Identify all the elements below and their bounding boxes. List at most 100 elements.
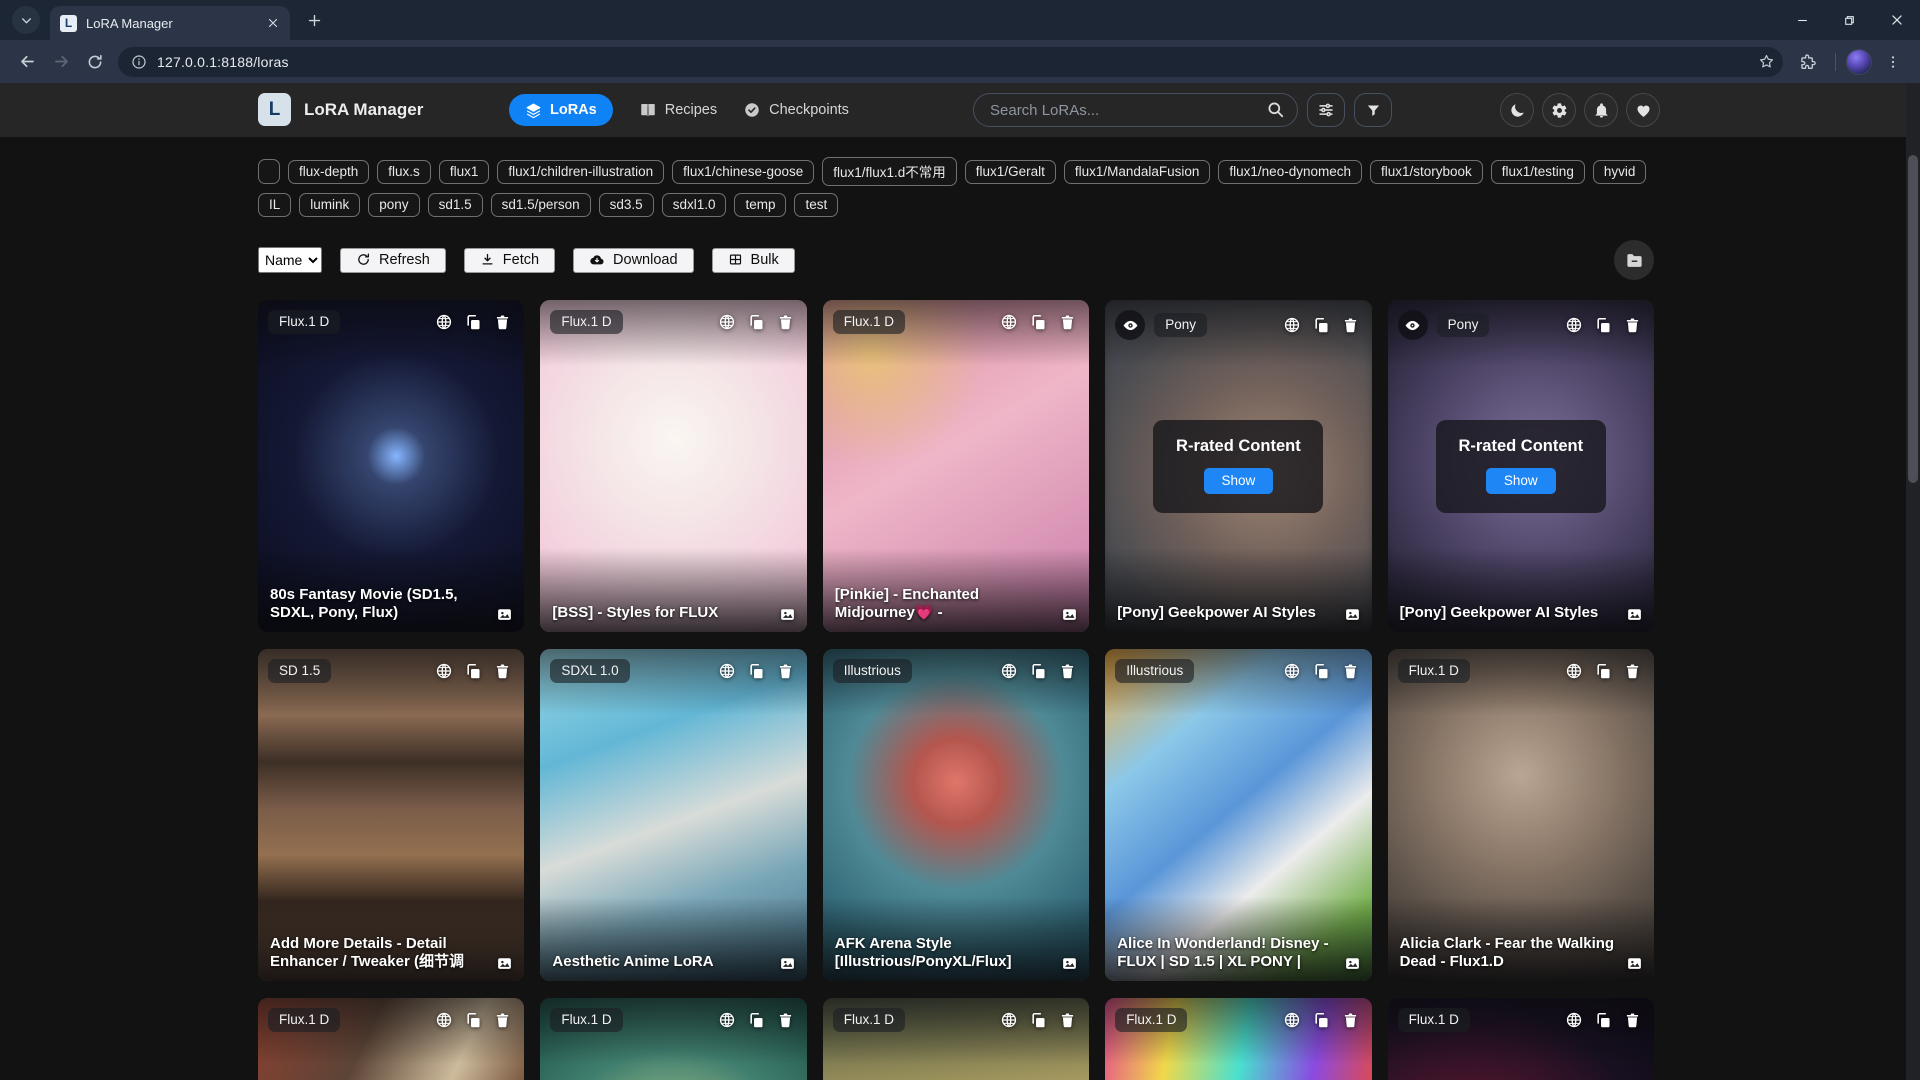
lora-card[interactable]: Pony R-rated Content Show [Pony] Geekpow… [1388,300,1654,632]
lora-card[interactable]: SD 1.5 Add More Details - Detail Enhance… [258,649,524,981]
copy-icon[interactable] [1595,1011,1612,1029]
copy-icon[interactable] [1030,1011,1047,1029]
tag-chip[interactable]: sd1.5/person [491,193,591,217]
delete-icon[interactable] [1624,1011,1641,1029]
tab-checkpoints[interactable]: Checkpoints [743,101,849,119]
filter-sliders-button[interactable] [1307,93,1345,127]
show-nsfw-button[interactable]: Show [1204,468,1274,494]
tag-chip[interactable]: flux1 [439,160,490,184]
notifications-button[interactable] [1584,93,1618,127]
tag-chip[interactable]: flux1/testing [1491,160,1585,184]
refresh-button[interactable]: Refresh [340,248,446,273]
globe-icon[interactable] [435,1011,453,1029]
globe-icon[interactable] [718,662,736,680]
support-button[interactable] [1626,93,1660,127]
tag-chip[interactable]: sd3.5 [599,193,654,217]
tag-chip[interactable]: test [794,193,838,217]
copy-icon[interactable] [1313,662,1330,680]
tag-chip[interactable]: temp [734,193,786,217]
new-tab-button[interactable] [300,6,328,34]
theme-toggle-button[interactable] [1500,93,1534,127]
show-nsfw-button[interactable]: Show [1486,468,1556,494]
image-icon[interactable] [1061,606,1078,623]
folder-view-button[interactable] [1614,240,1654,280]
globe-icon[interactable] [1000,1011,1018,1029]
globe-icon[interactable] [1565,662,1583,680]
tag-chip[interactable]: pony [368,193,419,217]
copy-icon[interactable] [465,313,482,331]
copy-icon[interactable] [1595,662,1612,680]
image-icon[interactable] [1061,955,1078,972]
image-icon[interactable] [1626,606,1643,623]
delete-icon[interactable] [1059,313,1076,331]
extensions-puzzle-icon[interactable] [1791,45,1825,79]
bulk-button[interactable]: Bulk [712,248,795,273]
lora-card[interactable]: SDXL 1.0 Aesthetic Anime LoRA [540,649,806,981]
tag-chip[interactable]: flux1/children-illustration [497,160,664,184]
globe-icon[interactable] [718,1011,736,1029]
tag-chip[interactable]: sd1.5 [428,193,483,217]
globe-icon[interactable] [435,313,453,331]
forward-button[interactable] [44,45,78,79]
lora-card[interactable]: Flux.1 D [BSS] - Styles for FLUX [540,300,806,632]
image-icon[interactable] [779,955,796,972]
copy-icon[interactable] [748,1011,765,1029]
lora-card[interactable]: Illustrious AFK Arena Style [Illustrious… [823,649,1089,981]
copy-icon[interactable] [465,662,482,680]
delete-icon[interactable] [777,662,794,680]
copy-icon[interactable] [748,662,765,680]
settings-button[interactable] [1542,93,1576,127]
image-icon[interactable] [496,606,513,623]
globe-icon[interactable] [718,313,736,331]
window-restore-button[interactable] [1826,0,1873,40]
copy-icon[interactable] [1030,313,1047,331]
image-icon[interactable] [1344,955,1361,972]
tab-recipes[interactable]: Recipes [639,101,717,119]
delete-icon[interactable] [1342,1011,1359,1029]
tag-chip[interactable]: flux1/neo-dynomech [1218,160,1362,184]
tab-search-button[interactable] [12,6,40,34]
tab-close-icon[interactable] [264,14,282,32]
window-minimize-button[interactable] [1779,0,1826,40]
lora-card[interactable]: Flux.1 D [823,998,1089,1080]
lora-card[interactable]: Illustrious Alice In Wonderland! Disney … [1105,649,1371,981]
image-icon[interactable] [1344,606,1361,623]
download-button[interactable]: Download [573,248,694,273]
browser-menu-kebab-icon[interactable] [1876,45,1910,79]
tag-chip[interactable]: flux1/chinese-goose [672,160,814,184]
copy-icon[interactable] [748,313,765,331]
tag-chip[interactable]: flux1/MandalaFusion [1064,160,1211,184]
tag-chip[interactable]: sdxl1.0 [662,193,727,217]
reload-button[interactable] [78,45,112,79]
copy-icon[interactable] [1030,662,1047,680]
scrollbar-thumb[interactable] [1908,155,1918,483]
tab-loras[interactable]: LoRAs [509,94,613,126]
tag-chip[interactable]: flux-depth [288,160,369,184]
search-icon[interactable] [1266,100,1285,119]
globe-icon[interactable] [1000,662,1018,680]
fetch-button[interactable]: Fetch [464,248,555,273]
globe-icon[interactable] [435,662,453,680]
bookmark-star-icon[interactable] [1758,53,1775,70]
image-icon[interactable] [496,955,513,972]
tag-chip[interactable]: hyvid [1593,160,1647,184]
globe-icon[interactable] [1565,1011,1583,1029]
delete-icon[interactable] [1059,662,1076,680]
lora-card[interactable]: Flux.1 D [1105,998,1371,1080]
delete-icon[interactable] [777,313,794,331]
delete-icon[interactable] [1059,1011,1076,1029]
window-close-button[interactable] [1873,0,1920,40]
address-bar[interactable]: 127.0.0.1:8188/loras [118,47,1783,77]
back-button[interactable] [10,45,44,79]
lora-card[interactable]: Flux.1 D [540,998,806,1080]
lora-card[interactable]: Flux.1 D [Pinkie] - Enchanted Midjourney… [823,300,1089,632]
filter-funnel-button[interactable] [1354,93,1392,127]
copy-icon[interactable] [1313,1011,1330,1029]
tag-chip[interactable]: lumink [299,193,360,217]
lora-card[interactable]: Flux.1 D [1388,998,1654,1080]
delete-icon[interactable] [494,1011,511,1029]
delete-icon[interactable] [494,313,511,331]
delete-icon[interactable] [1624,662,1641,680]
image-icon[interactable] [779,606,796,623]
globe-icon[interactable] [1000,313,1018,331]
